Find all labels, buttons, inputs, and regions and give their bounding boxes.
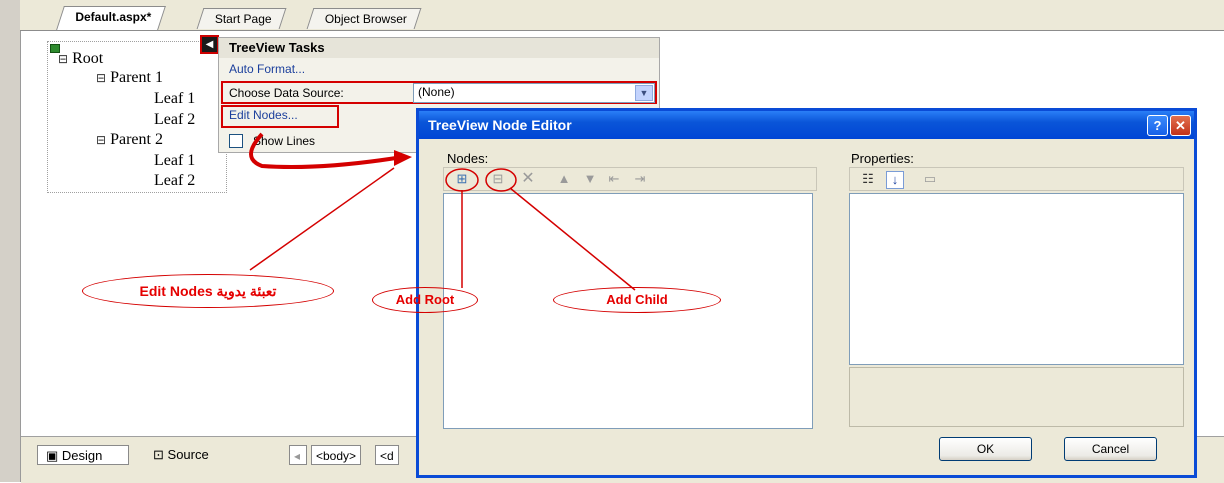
annotation-overlay — [249, 132, 636, 291]
edit-nodes-annotation: Edit Nodes تعبئة يدوية — [82, 274, 334, 308]
add-child-annotation: Add Child — [553, 287, 721, 313]
add-root-annotation: Add Root — [372, 287, 478, 313]
